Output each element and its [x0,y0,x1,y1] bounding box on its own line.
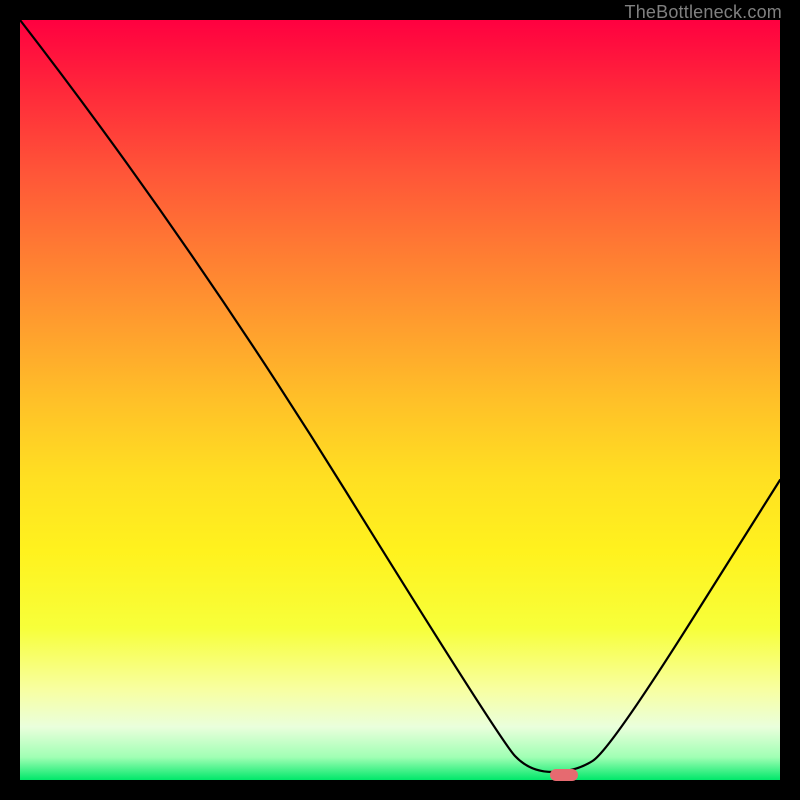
chart-frame: TheBottleneck.com [0,0,800,800]
curve-svg [20,20,780,780]
watermark-text: TheBottleneck.com [625,2,782,23]
bottleneck-curve [20,20,780,772]
optimal-marker [550,769,578,781]
